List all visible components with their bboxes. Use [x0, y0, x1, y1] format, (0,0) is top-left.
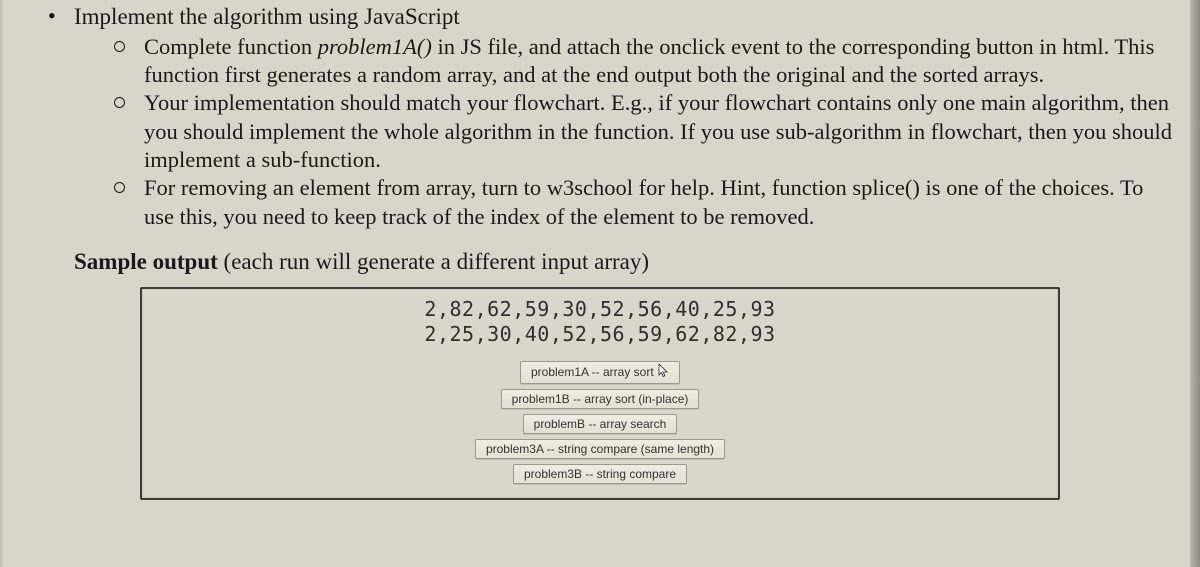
problem3a-button[interactable]: problem3A -- string compare (same length… [475, 439, 725, 459]
problemb-label: problemB -- array search [534, 417, 667, 431]
problem1a-button[interactable]: problem1A -- array sort [520, 361, 680, 384]
sub3-text: For removing an element from array, turn… [144, 175, 1143, 228]
sub2-text: Your implementation should match your fl… [144, 90, 1172, 172]
sample-output-box: 2,82,62,59,30,52,56,40,25,93 2,25,30,40,… [140, 287, 1060, 500]
sub-item-2: Your implementation should match your fl… [112, 89, 1172, 174]
sub1-prefix: Complete function [144, 34, 318, 59]
page-right-shadow [1190, 0, 1200, 567]
sample-label-rest: (each run will generate a different inpu… [218, 249, 649, 274]
document-content: Implement the algorithm using JavaScript… [0, 3, 1200, 500]
problem1a-label: problem1A -- array sort [531, 365, 654, 379]
sample-array-output: 2,82,62,59,30,52,56,40,25,93 2,25,30,40,… [424, 297, 775, 347]
sub1-func: problem1A() [318, 34, 432, 59]
problem3b-button[interactable]: problem3B -- string compare [513, 464, 687, 484]
sorted-array-line: 2,25,30,40,52,56,59,62,82,93 [424, 322, 775, 347]
problem3b-label: problem3B -- string compare [524, 467, 676, 481]
problemb-button[interactable]: problemB -- array search [523, 414, 678, 434]
original-array-line: 2,82,62,59,30,52,56,40,25,93 [424, 297, 775, 322]
sub-item-3: For removing an element from array, turn… [112, 174, 1172, 231]
cursor-icon [658, 364, 669, 381]
main-bullet-text: Implement the algorithm using JavaScript [74, 4, 460, 29]
sub-item-1: Complete function problem1A() in JS file… [112, 33, 1172, 90]
button-stack: problem1A -- array sort problem1B -- arr… [475, 361, 725, 484]
main-bullet-item: Implement the algorithm using JavaScript… [48, 3, 1172, 231]
page-left-shadow [0, 0, 4, 567]
problem1b-label: problem1B -- array sort (in-place) [512, 392, 689, 406]
sample-output-heading: Sample output (each run will generate a … [28, 249, 1172, 275]
sample-box-wrap: 2,82,62,59,30,52,56,40,25,93 2,25,30,40,… [28, 287, 1172, 500]
outer-bullet-list: Implement the algorithm using JavaScript… [28, 3, 1172, 231]
inner-bullet-list: Complete function problem1A() in JS file… [74, 33, 1172, 231]
problem1b-button[interactable]: problem1B -- array sort (in-place) [501, 389, 700, 409]
sample-label-bold: Sample output [74, 249, 218, 274]
problem3a-label: problem3A -- string compare (same length… [486, 442, 714, 456]
